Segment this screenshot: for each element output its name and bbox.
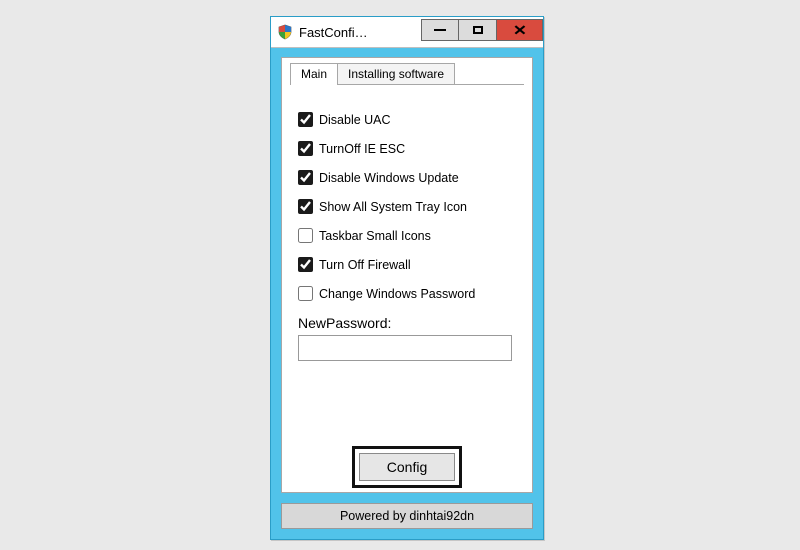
footer-text: Powered by dinhtai92dn <box>340 509 474 523</box>
new-password-label: NewPassword: <box>298 315 391 331</box>
checkbox-change-windows-password[interactable] <box>298 286 313 301</box>
window-title: FastConfi… <box>299 25 421 40</box>
new-password-input[interactable] <box>298 335 512 361</box>
label-disable-windows-update[interactable]: Disable Windows Update <box>319 171 459 185</box>
options-panel: Disable UAC TurnOff IE ESC Disable Windo… <box>298 104 516 361</box>
maximize-button[interactable] <box>459 19 497 41</box>
option-disable-windows-update: Disable Windows Update <box>298 170 516 185</box>
titlebar[interactable]: FastConfi… ✕ <box>271 17 543 48</box>
maximize-icon <box>473 26 483 34</box>
label-change-windows-password[interactable]: Change Windows Password <box>319 287 475 301</box>
minimize-button[interactable] <box>421 19 459 41</box>
tab-main[interactable]: Main <box>290 63 338 84</box>
shield-icon <box>277 24 293 40</box>
label-turn-off-firewall[interactable]: Turn Off Firewall <box>319 258 411 272</box>
minimize-icon <box>434 29 446 31</box>
label-show-all-tray[interactable]: Show All System Tray Icon <box>319 200 467 214</box>
close-icon: ✕ <box>512 22 526 39</box>
config-button[interactable]: Config <box>359 453 455 481</box>
checkbox-disable-uac[interactable] <box>298 112 313 127</box>
checkbox-show-all-tray[interactable] <box>298 199 313 214</box>
app-window: FastConfi… ✕ Main Installing software Di… <box>270 16 544 540</box>
option-taskbar-small-icons: Taskbar Small Icons <box>298 228 516 243</box>
checkbox-disable-windows-update[interactable] <box>298 170 313 185</box>
option-turnoff-ie-esc: TurnOff IE ESC <box>298 141 516 156</box>
label-turnoff-ie-esc[interactable]: TurnOff IE ESC <box>319 142 405 156</box>
close-button[interactable]: ✕ <box>497 19 543 41</box>
tab-installing-software[interactable]: Installing software <box>337 63 455 84</box>
new-password-row: NewPassword: <box>298 315 516 361</box>
option-change-windows-password: Change Windows Password <box>298 286 516 301</box>
config-highlight: Config <box>352 446 462 488</box>
client-area: Main Installing software Disable UAC Tur… <box>281 57 533 493</box>
label-taskbar-small-icons[interactable]: Taskbar Small Icons <box>319 229 431 243</box>
option-disable-uac: Disable UAC <box>298 112 516 127</box>
checkbox-taskbar-small-icons[interactable] <box>298 228 313 243</box>
label-disable-uac[interactable]: Disable UAC <box>319 113 391 127</box>
option-show-all-tray: Show All System Tray Icon <box>298 199 516 214</box>
checkbox-turnoff-ie-esc[interactable] <box>298 141 313 156</box>
footer-bar: Powered by dinhtai92dn <box>281 503 533 529</box>
option-turn-off-firewall: Turn Off Firewall <box>298 257 516 272</box>
tab-strip: Main Installing software <box>290 62 455 83</box>
checkbox-turn-off-firewall[interactable] <box>298 257 313 272</box>
